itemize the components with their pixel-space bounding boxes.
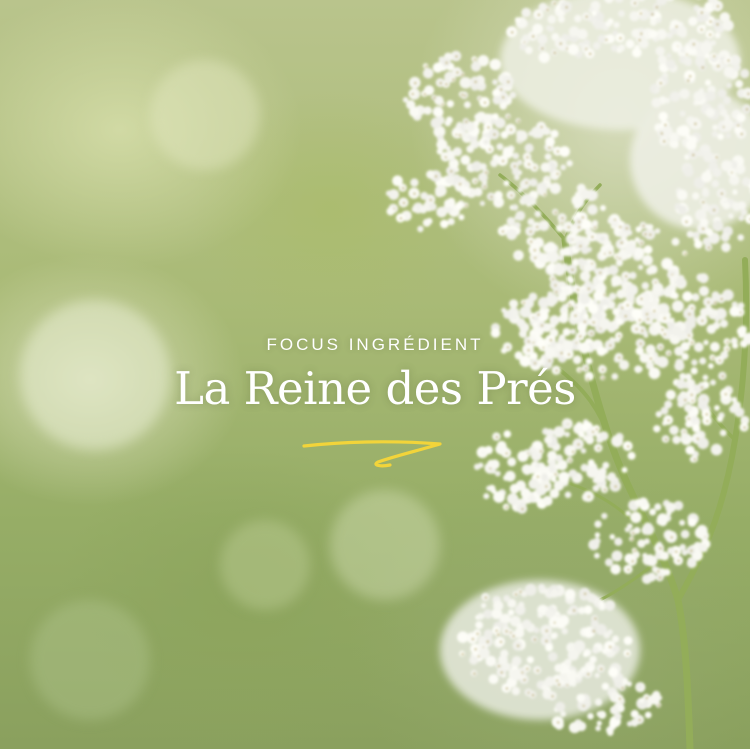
title-overlay: FOCUS INGRÉDIENT La Reine des Prés [0, 0, 750, 749]
section-kicker: FOCUS INGRÉDIENT [266, 335, 484, 354]
underline-swoosh-icon [302, 440, 442, 468]
hero-image: FOCUS INGRÉDIENT La Reine des Prés [0, 0, 750, 749]
page-title: La Reine des Prés [174, 362, 576, 415]
